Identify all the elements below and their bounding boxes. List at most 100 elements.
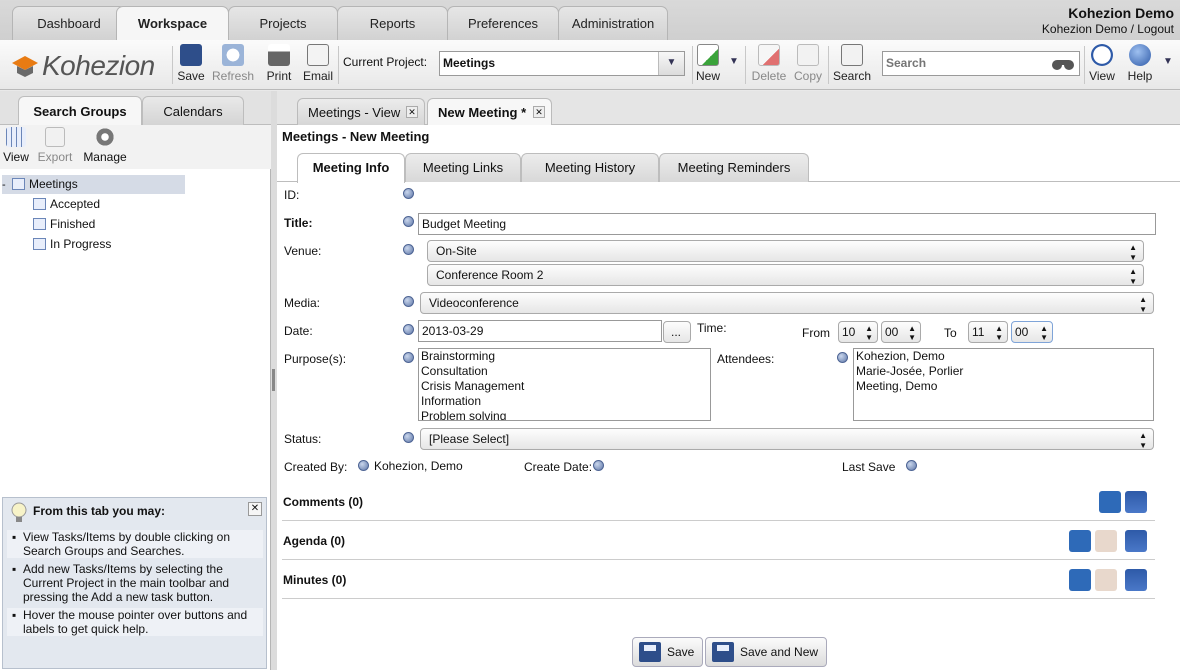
search-input[interactable] bbox=[883, 52, 1043, 74]
list-item[interactable]: Brainstorming bbox=[421, 349, 710, 364]
binoculars-icon[interactable] bbox=[1051, 57, 1075, 71]
save-icon bbox=[712, 642, 734, 662]
list-item[interactable]: Marie-Josée, Porlier bbox=[856, 364, 1153, 379]
edit-minutes-icon[interactable] bbox=[1095, 569, 1117, 591]
user-logout-links[interactable]: Kohezion Demo / Logout bbox=[1042, 22, 1174, 36]
title-label: Title: bbox=[284, 216, 313, 230]
select-arrows-icon: ▲ ▼ bbox=[1139, 431, 1147, 450]
info-icon[interactable] bbox=[593, 460, 604, 471]
tab-reports[interactable]: Reports bbox=[337, 6, 448, 40]
agenda-section[interactable]: Agenda (0) bbox=[282, 521, 1155, 560]
tab-meeting-reminders[interactable]: Meeting Reminders bbox=[659, 153, 809, 182]
tab-preferences[interactable]: Preferences bbox=[447, 6, 559, 40]
close-tab-icon[interactable]: ✕ bbox=[406, 106, 418, 118]
list-item[interactable]: Crisis Management bbox=[421, 379, 710, 394]
logo-text: Kohezion bbox=[42, 50, 155, 81]
tree-node-meetings[interactable]: - Meetings bbox=[2, 175, 185, 194]
help-dropdown-arrow[interactable]: ▼ bbox=[1163, 56, 1173, 67]
attendees-list[interactable]: Kohezion, Demo Marie-Josée, Porlier Meet… bbox=[853, 348, 1154, 421]
new-dropdown-arrow[interactable]: ▼ bbox=[729, 56, 739, 67]
info-icon[interactable] bbox=[403, 324, 414, 335]
info-icon[interactable] bbox=[906, 460, 917, 471]
comments-section[interactable]: Comments (0) bbox=[282, 482, 1155, 521]
media-label: Media: bbox=[284, 296, 321, 310]
collapse-up-icon[interactable] bbox=[1125, 491, 1147, 513]
to-minute-select[interactable]: 00 ▲ ▼ bbox=[1011, 321, 1053, 343]
from-hour-select[interactable]: 10 ▲ ▼ bbox=[838, 321, 878, 343]
list-item[interactable]: Meeting, Demo bbox=[856, 379, 1153, 394]
tab-search-groups[interactable]: Search Groups bbox=[18, 96, 142, 125]
venue-select[interactable]: On-Site ▲ ▼ bbox=[427, 240, 1144, 262]
copy-button[interactable]: Copy bbox=[786, 42, 830, 88]
tab-meetings-view[interactable]: Meetings - View ✕ bbox=[297, 98, 425, 125]
minutes-section[interactable]: Minutes (0) bbox=[282, 560, 1155, 599]
chevron-down-icon[interactable]: ▼ bbox=[658, 52, 684, 75]
tab-dashboard[interactable]: Dashboard bbox=[12, 6, 126, 40]
close-icon[interactable]: ✕ bbox=[248, 502, 262, 516]
status-select[interactable]: [Please Select] ▲ ▼ bbox=[420, 428, 1154, 450]
tab-meeting-info[interactable]: Meeting Info bbox=[297, 153, 405, 183]
help-button[interactable]: Help bbox=[1118, 42, 1162, 88]
edit-agenda-icon[interactable] bbox=[1095, 530, 1117, 552]
collapse-up-icon[interactable] bbox=[1125, 569, 1147, 591]
date-input[interactable]: 2013-03-29 bbox=[418, 320, 662, 342]
tree-node-finished[interactable]: Finished bbox=[33, 215, 95, 234]
info-icon[interactable] bbox=[837, 352, 848, 363]
save-and-new-button[interactable]: Save and New bbox=[705, 637, 828, 667]
save-form-button[interactable]: Save bbox=[632, 637, 704, 667]
room-select[interactable]: Conference Room 2 ▲ ▼ bbox=[427, 264, 1144, 286]
from-label: From bbox=[802, 326, 830, 340]
info-icon[interactable] bbox=[403, 216, 414, 227]
table-icon bbox=[12, 178, 25, 190]
tree-node-in-progress[interactable]: In Progress bbox=[33, 235, 111, 254]
save-button[interactable]: Save bbox=[169, 42, 213, 88]
media-select[interactable]: Videoconference ▲ ▼ bbox=[420, 292, 1154, 314]
collapse-up-icon[interactable] bbox=[1125, 530, 1147, 552]
tab-administration[interactable]: Administration bbox=[558, 6, 668, 40]
add-agenda-icon[interactable] bbox=[1069, 530, 1091, 552]
add-minutes-icon[interactable] bbox=[1069, 569, 1091, 591]
list-item[interactable]: Kohezion, Demo bbox=[856, 349, 1153, 364]
title-input[interactable]: Budget Meeting bbox=[418, 213, 1156, 235]
info-icon[interactable] bbox=[403, 244, 414, 255]
close-tab-icon[interactable]: ✕ bbox=[533, 106, 545, 118]
page-title: Meetings - New Meeting bbox=[282, 129, 430, 144]
list-item[interactable]: Information bbox=[421, 394, 710, 409]
refresh-button[interactable]: Refresh bbox=[211, 42, 255, 88]
help-item: View Tasks/Items by double clicking on S… bbox=[7, 530, 263, 558]
from-minute-select[interactable]: 00 ▲ ▼ bbox=[881, 321, 921, 343]
manage-button[interactable]: Manage bbox=[82, 127, 128, 164]
info-icon[interactable] bbox=[403, 188, 414, 199]
new-button[interactable]: New bbox=[686, 42, 730, 88]
left-panel-tabs: Search Groups Calendars bbox=[0, 91, 271, 125]
list-item[interactable]: Problem solving bbox=[421, 409, 710, 420]
print-button[interactable]: Print bbox=[257, 42, 301, 88]
delete-button[interactable]: Delete bbox=[747, 42, 791, 88]
collapse-icon[interactable]: - bbox=[2, 176, 12, 195]
search-button[interactable]: Search bbox=[830, 42, 874, 88]
email-button[interactable]: Email bbox=[296, 42, 340, 88]
list-item[interactable]: Consultation bbox=[421, 364, 710, 379]
tab-new-meeting[interactable]: New Meeting * ✕ bbox=[427, 98, 552, 125]
tab-meeting-links[interactable]: Meeting Links bbox=[405, 153, 521, 182]
purposes-list[interactable]: Brainstorming Consultation Crisis Manage… bbox=[418, 348, 711, 421]
tab-projects[interactable]: Projects bbox=[228, 6, 338, 40]
export-button[interactable]: Export bbox=[36, 127, 74, 164]
tab-meeting-history[interactable]: Meeting History bbox=[521, 153, 659, 182]
current-project-select[interactable]: Meetings ▼ bbox=[439, 51, 685, 76]
info-icon[interactable] bbox=[403, 296, 414, 307]
export-icon bbox=[45, 127, 65, 147]
view-search-button[interactable]: View bbox=[3, 127, 29, 164]
info-icon[interactable] bbox=[403, 352, 414, 363]
current-project-label: Current Project: bbox=[343, 55, 428, 69]
tab-workspace[interactable]: Workspace bbox=[116, 6, 229, 41]
add-comment-icon[interactable] bbox=[1099, 491, 1121, 513]
info-icon[interactable] bbox=[358, 460, 369, 471]
search-box[interactable] bbox=[882, 51, 1080, 76]
to-hour-select[interactable]: 11 ▲ ▼ bbox=[968, 321, 1008, 343]
date-picker-button[interactable]: ... bbox=[663, 321, 691, 343]
info-icon[interactable] bbox=[403, 432, 414, 443]
lightbulb-icon bbox=[11, 502, 27, 522]
tab-calendars[interactable]: Calendars bbox=[142, 96, 244, 125]
tree-node-accepted[interactable]: Accepted bbox=[33, 195, 100, 214]
